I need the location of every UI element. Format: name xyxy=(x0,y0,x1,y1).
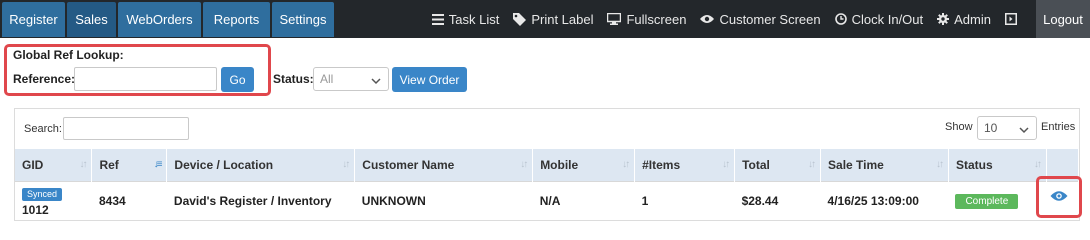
list-icon xyxy=(431,13,444,25)
clock-in-out-label: Clock In/Out xyxy=(851,11,924,27)
sort-icon: ↓↑ xyxy=(342,159,350,170)
tab-reports[interactable]: Reports xyxy=(203,2,270,37)
page-length-value: 10 xyxy=(984,121,998,135)
task-list-label: Task List xyxy=(448,11,500,27)
chevron-down-icon xyxy=(1019,123,1029,137)
eye-icon xyxy=(700,14,715,24)
status-badge: Complete xyxy=(955,194,1019,210)
customer-screen-label: Customer Screen xyxy=(719,11,821,27)
sort-icon: ↓↑ xyxy=(808,159,816,170)
tab-sales[interactable]: Sales xyxy=(67,2,116,37)
top-right-links: Task List Print Label Fullscreen Custome… xyxy=(418,0,1090,38)
col-device-location[interactable]: Device / Location ↓↑ xyxy=(166,149,356,181)
task-list-link[interactable]: Task List xyxy=(431,11,500,27)
sort-icon: ↓↑ xyxy=(79,159,87,170)
logout-button[interactable]: Logout xyxy=(1036,0,1090,38)
table-row[interactable]: Synced 1012 8434 David's Register / Inve… xyxy=(15,180,1079,221)
sort-icon: ↓↑ xyxy=(722,159,730,170)
sort-icon: ↓↑ xyxy=(520,159,528,170)
cell-mobile: N/A xyxy=(532,180,635,221)
col-sale-time[interactable]: Sale Time ↓↑ xyxy=(820,149,949,181)
show-label: Show xyxy=(945,121,973,133)
cell-device-location: David's Register / Inventory xyxy=(166,180,355,221)
admin-label: Admin xyxy=(954,11,991,27)
entries-label: Entries xyxy=(1041,121,1076,133)
sign-out-icon xyxy=(1005,13,1017,25)
monitor-icon xyxy=(607,13,622,25)
print-label-link[interactable]: Print Label xyxy=(513,12,593,27)
cell-sale-time: 4/16/25 13:09:00 xyxy=(820,180,949,221)
synced-badge: Synced xyxy=(22,187,63,201)
view-order-action-highlight xyxy=(1036,176,1082,218)
col-status[interactable]: Status ↓↑ xyxy=(948,149,1047,181)
sales-table: GID ↓↑ Ref ↓≡ Device / Location ↓↑ Customer… xyxy=(15,149,1080,221)
clock-icon xyxy=(834,13,847,25)
col-ref[interactable]: Ref ↓≡ xyxy=(91,149,168,181)
fullscreen-label: Fullscreen xyxy=(626,11,687,27)
sort-desc-icon: ↓≡ xyxy=(153,159,163,170)
go-button[interactable]: Go xyxy=(221,67,254,92)
col-gid[interactable]: GID ↓↑ xyxy=(15,149,93,181)
clock-in-out-link[interactable]: Clock In/Out xyxy=(834,11,924,27)
sales-table-panel: Search: Show 10 Entries GID ↓↑ Ref ↓≡ Devi… xyxy=(14,108,1080,221)
status-select[interactable]: All xyxy=(313,67,389,91)
search-input[interactable] xyxy=(63,117,189,140)
reference-label: Reference: xyxy=(13,72,76,86)
cell-customer-name: UNKNOWN xyxy=(354,180,533,221)
eye-icon[interactable] xyxy=(1050,190,1068,205)
cell-ref: 8434 xyxy=(91,180,167,221)
tab-register[interactable]: Register xyxy=(2,2,65,37)
reference-input[interactable] xyxy=(74,67,217,91)
top-navbar: Register Sales WebOrders Reports Setting… xyxy=(0,0,1090,38)
cell-total: $28.44 xyxy=(734,180,821,221)
main-tabs: Register Sales WebOrders Reports Setting… xyxy=(2,2,336,37)
exit-link[interactable] xyxy=(1005,13,1022,25)
tab-settings[interactable]: Settings xyxy=(272,2,334,37)
lookup-title: Global Ref Lookup: xyxy=(13,48,124,62)
col-items[interactable]: #Items ↓↑ xyxy=(634,149,736,181)
status-label: Status: xyxy=(273,72,314,86)
col-mobile[interactable]: Mobile ↓↑ xyxy=(532,149,636,181)
status-select-value: All xyxy=(320,72,334,86)
sort-icon: ↓↑ xyxy=(622,159,630,170)
sort-icon: ↓↑ xyxy=(1033,159,1042,170)
fullscreen-link[interactable]: Fullscreen xyxy=(607,12,686,27)
gear-icon xyxy=(937,13,950,25)
print-label-label: Print Label xyxy=(531,11,594,27)
sort-icon: ↓↑ xyxy=(935,159,944,170)
view-order-button[interactable]: View Order xyxy=(392,67,467,92)
gid-value: 1012 xyxy=(22,202,49,217)
cell-gid: Synced 1012 xyxy=(15,180,92,221)
col-customer-name[interactable]: Customer Name ↓↑ xyxy=(354,149,534,181)
customer-screen-link[interactable]: Customer Screen xyxy=(700,11,821,27)
tag-icon xyxy=(513,12,527,26)
cell-items: 1 xyxy=(634,180,735,221)
search-label: Search: xyxy=(24,123,62,135)
col-total[interactable]: Total ↓↑ xyxy=(734,149,822,181)
cell-status: Complete xyxy=(948,180,1047,221)
chevron-down-icon xyxy=(371,74,381,88)
admin-link[interactable]: Admin xyxy=(937,12,991,27)
table-header-row: GID ↓↑ Ref ↓≡ Device / Location ↓↑ Customer… xyxy=(15,149,1080,181)
page-length-select[interactable]: 10 xyxy=(977,116,1037,140)
tab-weborders[interactable]: WebOrders xyxy=(118,2,201,37)
